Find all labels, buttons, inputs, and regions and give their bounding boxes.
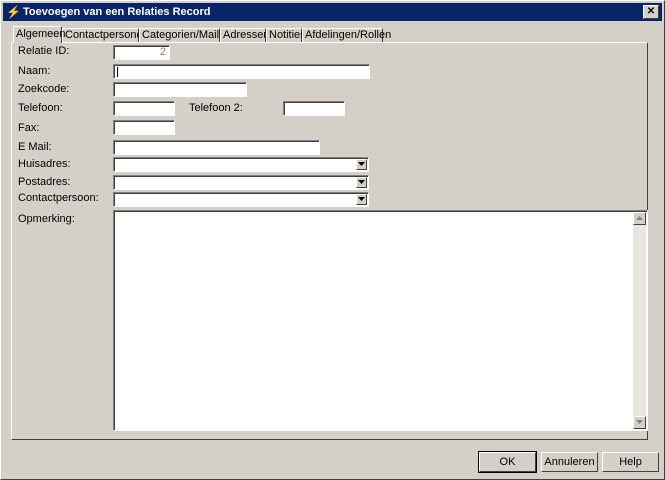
- tab-algemeen[interactable]: Algemeen: [13, 26, 66, 43]
- email-field[interactable]: [113, 140, 320, 155]
- ok-button[interactable]: OK: [478, 451, 537, 473]
- tab-contactpersonen[interactable]: Contactpersonen: [62, 28, 149, 42]
- relatie-id-label: Relatie ID:: [18, 45, 70, 57]
- dialog-window: ⚡ Toevoegen van een Relaties Record ✕ Al…: [0, 0, 665, 480]
- chevron-down-icon: [358, 162, 365, 166]
- zoekcode-field[interactable]: [113, 82, 247, 97]
- tab-afdelingen-rollen[interactable]: Afdelingen/Rollen: [302, 28, 391, 42]
- chevron-down-icon: [358, 180, 365, 184]
- tab-categorien-mailing[interactable]: Categorien/Mailing: [139, 28, 234, 42]
- tab-notities[interactable]: Notities: [266, 28, 306, 42]
- relatie-id-field: 2: [113, 45, 170, 60]
- fax-field[interactable]: [113, 120, 175, 135]
- title-bar[interactable]: ⚡ Toevoegen van een Relaties Record ✕: [3, 3, 662, 21]
- contactpersoon-dropdown-button[interactable]: [356, 194, 367, 205]
- chevron-up-icon: [636, 216, 643, 220]
- postadres-combo[interactable]: [113, 175, 369, 190]
- contactpersoon-combo[interactable]: [113, 192, 369, 207]
- huisadres-dropdown-button[interactable]: [356, 159, 367, 170]
- opmerking-memo[interactable]: [113, 210, 648, 431]
- app-icon: ⚡: [6, 5, 21, 19]
- email-label: E Mail:: [18, 141, 52, 153]
- fax-label: Fax:: [18, 122, 40, 134]
- chevron-down-icon: [358, 197, 365, 201]
- tab-adressen[interactable]: Adressen: [220, 28, 269, 42]
- telefoon-label: Telefoon:: [18, 102, 63, 114]
- contactpersoon-label: Contactpersoon:: [18, 192, 99, 204]
- memo-scrollbar[interactable]: [633, 212, 646, 429]
- help-button[interactable]: Help: [602, 452, 659, 472]
- telefoon-field[interactable]: [113, 101, 175, 116]
- scroll-up-button[interactable]: [633, 212, 646, 225]
- naam-label: Naam:: [18, 65, 51, 77]
- telefoon2-label: Telefoon 2:: [189, 102, 243, 114]
- huisadres-label: Huisadres:: [18, 158, 71, 170]
- zoekcode-label: Zoekcode:: [18, 83, 70, 95]
- cancel-button[interactable]: Annuleren: [541, 452, 598, 472]
- scroll-down-button[interactable]: [633, 416, 646, 429]
- close-button[interactable]: ✕: [643, 5, 659, 19]
- window-title: Toevoegen van een Relaties Record: [23, 6, 211, 18]
- telefoon2-field[interactable]: [283, 101, 345, 116]
- opmerking-label: Opmerking:: [18, 213, 75, 225]
- postadres-dropdown-button[interactable]: [356, 177, 367, 188]
- chevron-down-icon: [636, 420, 643, 424]
- huisadres-combo[interactable]: [113, 157, 369, 172]
- naam-field[interactable]: [113, 64, 370, 79]
- text-caret: [117, 67, 118, 77]
- postadres-label: Postadres:: [18, 176, 71, 188]
